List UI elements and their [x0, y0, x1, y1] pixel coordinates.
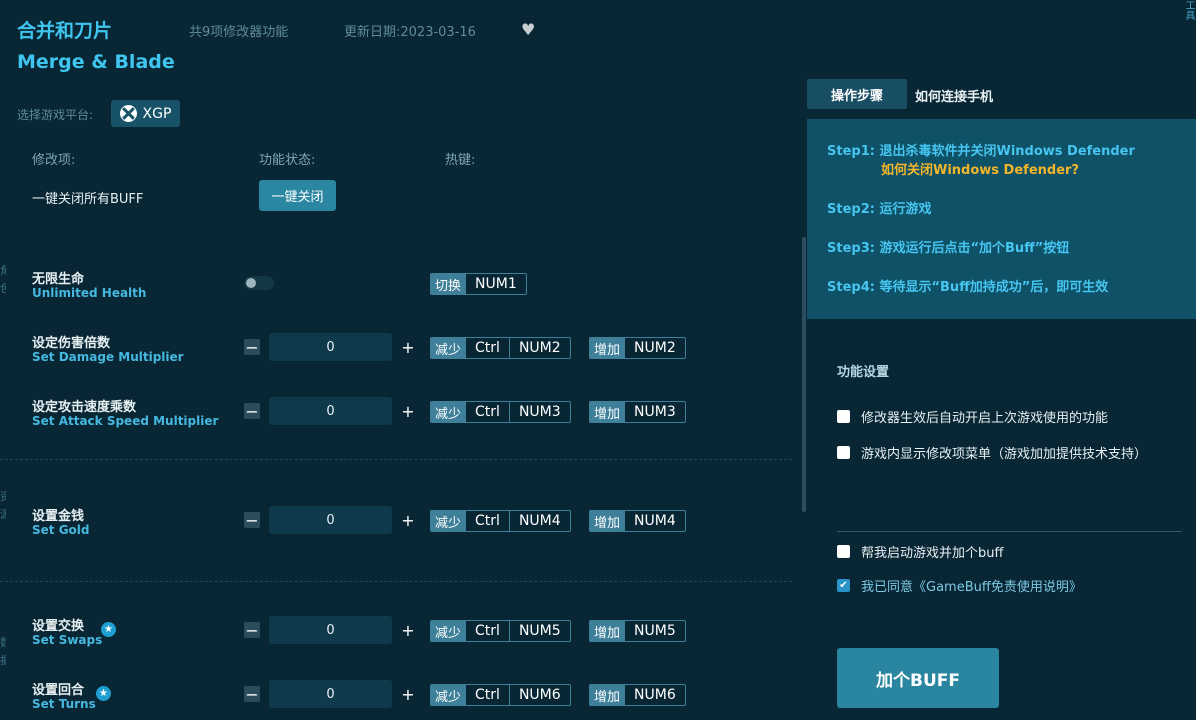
- unlimited-health-toggle[interactable]: [244, 276, 274, 290]
- item-label-cn: 设定攻击速度乘数: [32, 400, 137, 415]
- update-date: 更新日期:2023-03-16: [344, 25, 476, 40]
- xbox-icon: [119, 105, 137, 122]
- decrease-button[interactable]: −: [244, 621, 260, 640]
- step-2: Step2: 运行游戏: [827, 202, 932, 217]
- hotkey-increase[interactable]: 增加 NUM2: [589, 337, 686, 359]
- increase-button[interactable]: +: [400, 338, 416, 357]
- check-icon: ✔: [837, 579, 850, 592]
- hotkey-decrease[interactable]: 减少 Ctrl NUM3: [430, 401, 571, 423]
- item-label-cn: 设置交换: [32, 619, 85, 634]
- decrease-button[interactable]: −: [244, 402, 260, 421]
- agree-terms-checkbox[interactable]: ✔ 我已同意《GameBuff免责使用说明》: [837, 576, 1082, 595]
- hotkey-increase[interactable]: 增加 NUM5: [589, 620, 686, 642]
- game-title-cn: 合并和刀片: [17, 20, 113, 42]
- item-label-en: Unlimited Health: [32, 286, 147, 300]
- hotkey-toggle-num1[interactable]: 切换 NUM1: [430, 273, 527, 295]
- item-label-en: Set Turns: [32, 697, 96, 711]
- group-edge-resources: 资源: [0, 490, 6, 521]
- star-icon: ★: [101, 622, 116, 637]
- group-divider: [0, 581, 792, 582]
- hotkey-decrease[interactable]: 减少 Ctrl NUM5: [430, 620, 571, 642]
- item-label-en: Set Attack Speed Multiplier: [32, 414, 219, 428]
- group-edge-data: 数据: [0, 636, 6, 667]
- increase-button[interactable]: +: [400, 511, 416, 530]
- hotkey-decrease[interactable]: 减少 Ctrl NUM2: [430, 337, 571, 359]
- platform-name: XGP: [142, 105, 172, 122]
- how-to-disable-defender-link[interactable]: 如何关闭Windows Defender?: [881, 159, 1079, 178]
- close-all-buff-button[interactable]: 一键关闭: [259, 180, 336, 211]
- settings-title: 功能设置: [837, 365, 890, 380]
- platform-xgp-button[interactable]: XGP: [111, 100, 180, 127]
- gold-input[interactable]: 0: [269, 506, 392, 534]
- hotkey-decrease[interactable]: 减少 Ctrl NUM6: [430, 684, 571, 706]
- settings-divider: [837, 531, 1182, 532]
- damage-multiplier-input[interactable]: 0: [269, 333, 392, 361]
- attack-speed-input[interactable]: 0: [269, 397, 392, 425]
- step-3: Step3: 游戏运行后点击“加个Buff”按钮: [827, 241, 1070, 256]
- add-buff-button[interactable]: 加个BUFF: [837, 648, 999, 708]
- feature-count: 共9项修改器功能: [189, 25, 289, 40]
- step-4: Step4: 等待显示“Buff加持成功”后，即可生效: [827, 280, 1109, 295]
- turns-input[interactable]: 0: [269, 680, 392, 708]
- column-hotkey: 热键:: [445, 153, 476, 168]
- group-divider: [0, 459, 792, 460]
- item-label-en: Set Damage Multiplier: [32, 350, 184, 364]
- hotkey-increase[interactable]: 增加 NUM3: [589, 401, 686, 423]
- platform-label: 选择游戏平台:: [17, 108, 94, 122]
- swaps-input[interactable]: 0: [269, 616, 392, 644]
- item-label-cn: 设置回合: [32, 683, 85, 698]
- launch-game-checkbox[interactable]: 帮我启动游戏并加个buff: [837, 542, 1003, 561]
- close-all-buff-label: 一键关闭所有BUFF: [32, 192, 144, 207]
- tab-steps[interactable]: 操作步骤: [807, 79, 907, 109]
- column-item: 修改项:: [32, 153, 76, 168]
- tab-connect-phone[interactable]: 如何连接手机: [915, 86, 993, 105]
- item-label-en: Set Gold: [32, 523, 90, 537]
- group-edge-character: 角色: [0, 264, 6, 295]
- hotkey-decrease[interactable]: 减少 Ctrl NUM4: [430, 510, 571, 532]
- corner-tool-label: 工具: [1183, 0, 1194, 20]
- hotkey-increase[interactable]: 增加 NUM4: [589, 510, 686, 532]
- star-icon: ★: [96, 686, 111, 701]
- show-ingame-menu-checkbox[interactable]: 游戏内显示修改项菜单（游戏加加提供技术支持）: [837, 443, 1147, 462]
- decrease-button[interactable]: −: [244, 685, 260, 704]
- scrollbar[interactable]: [802, 237, 806, 512]
- favorite-heart-icon[interactable]: ♥: [521, 20, 535, 39]
- item-label-en: Set Swaps: [32, 633, 103, 647]
- hotkey-increase[interactable]: 增加 NUM6: [589, 684, 686, 706]
- column-status: 功能状态:: [259, 153, 316, 168]
- auto-enable-checkbox[interactable]: 修改器生效后自动开启上次游戏使用的功能: [837, 407, 1108, 426]
- game-title-en: Merge & Blade: [17, 51, 175, 73]
- item-label-cn: 设定伤害倍数: [32, 336, 111, 351]
- item-label-cn: 无限生命: [32, 272, 85, 287]
- increase-button[interactable]: +: [400, 402, 416, 421]
- increase-button[interactable]: +: [400, 685, 416, 704]
- step-1: Step1: 退出杀毒软件并关闭Windows Defender: [827, 144, 1135, 159]
- increase-button[interactable]: +: [400, 621, 416, 640]
- item-label-cn: 设置金钱: [32, 509, 85, 524]
- decrease-button[interactable]: −: [244, 338, 260, 357]
- decrease-button[interactable]: −: [244, 511, 260, 530]
